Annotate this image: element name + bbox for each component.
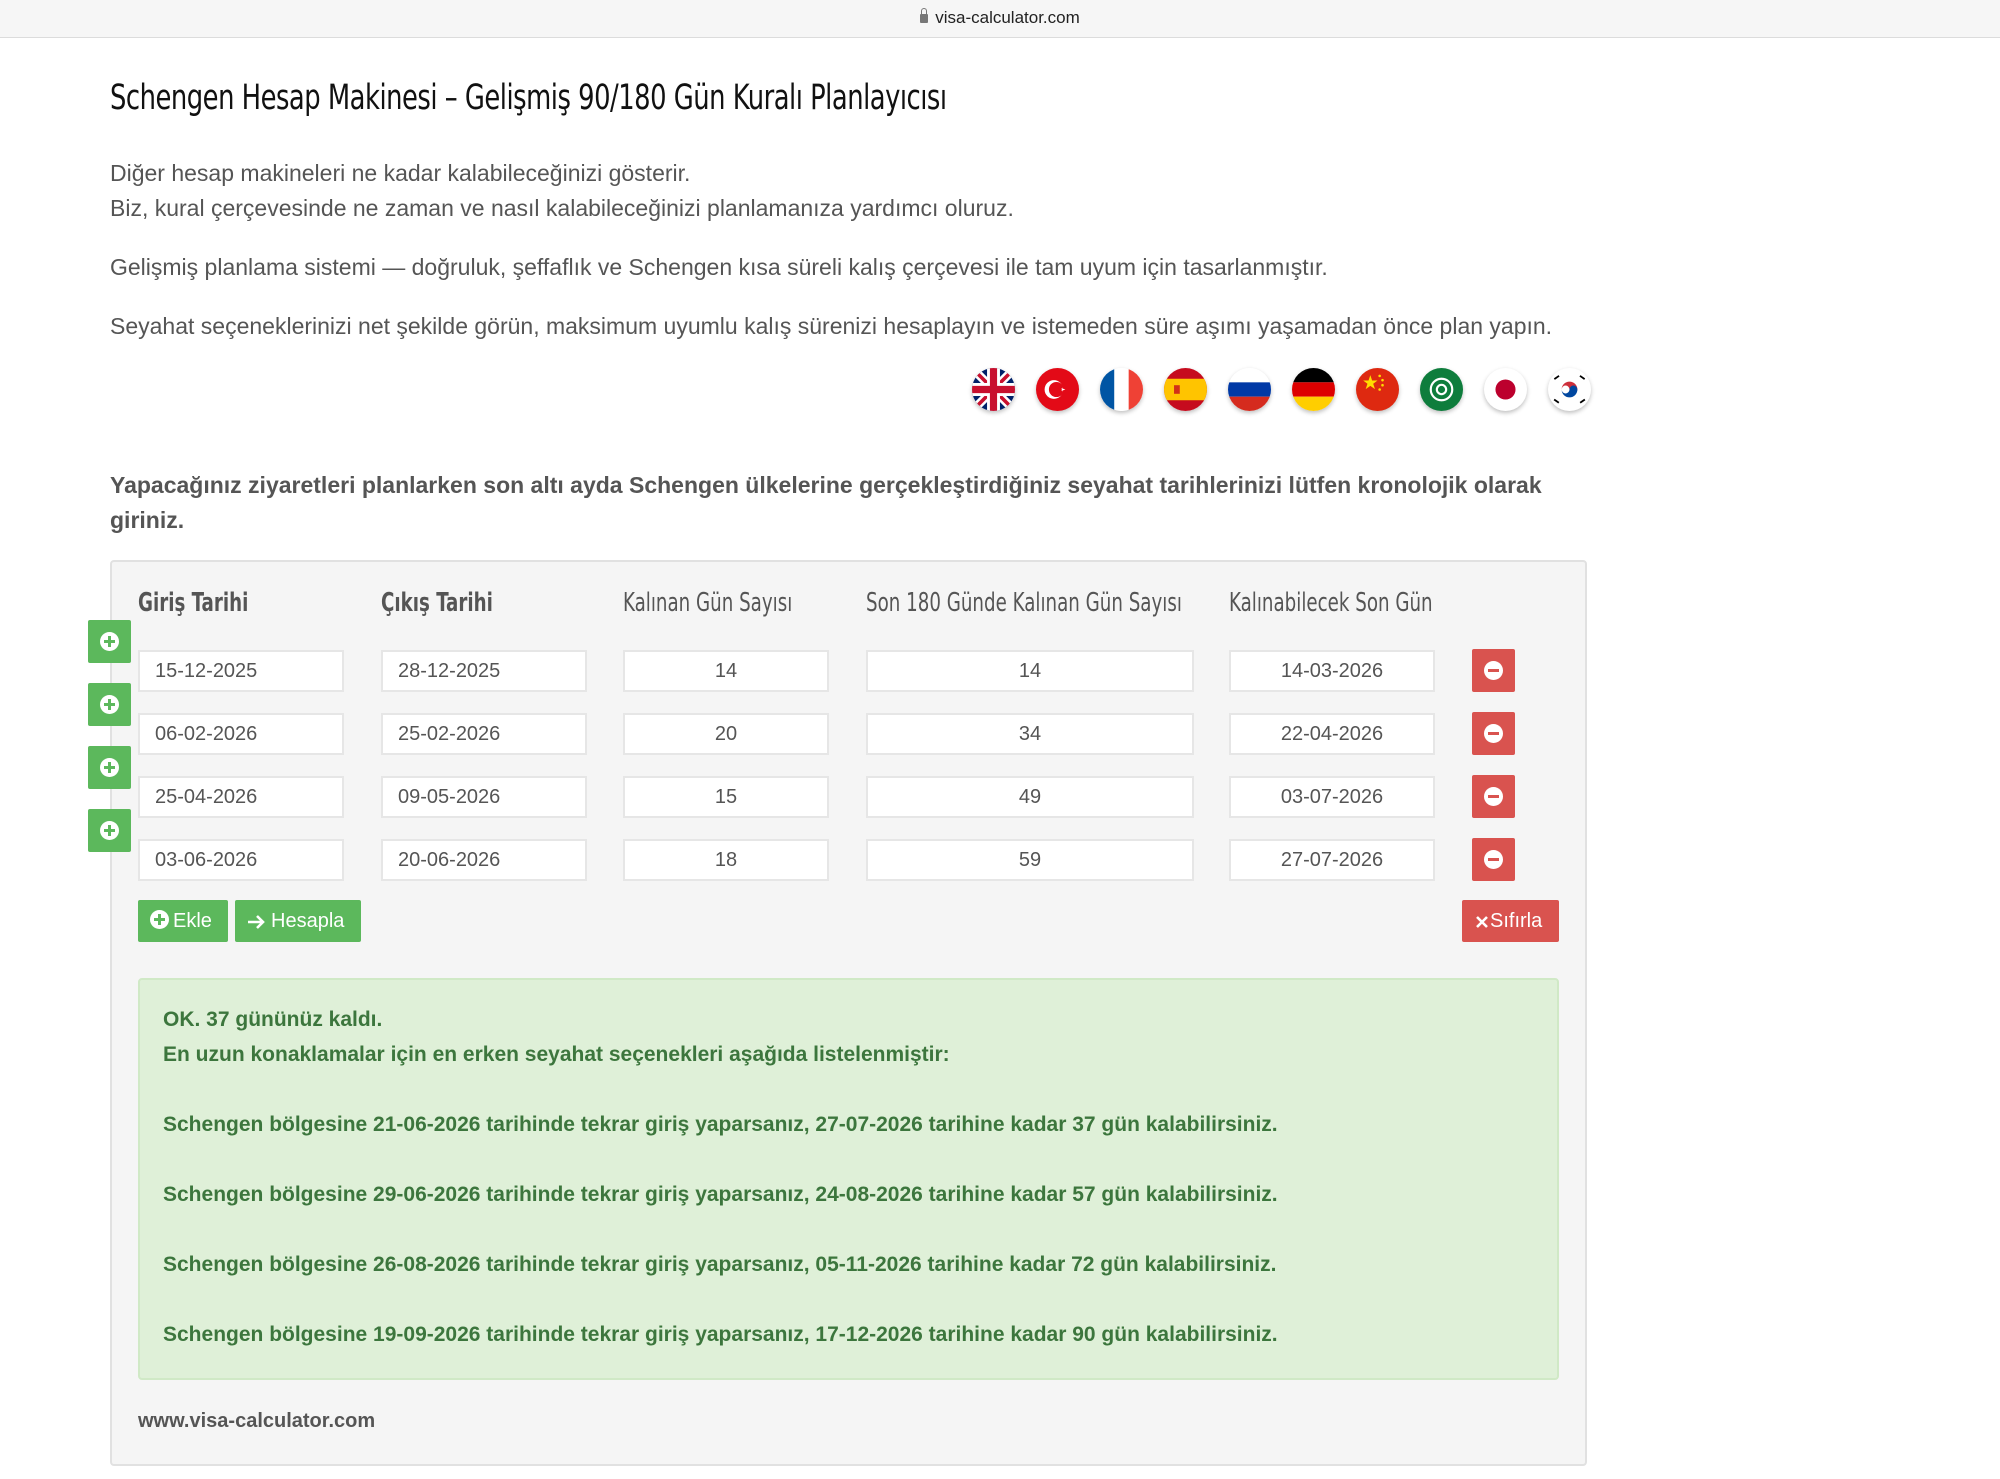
result-alert xyxy=(138,978,1559,1380)
exit-date-input[interactable]: 09-05-2026 xyxy=(381,776,587,818)
china-flag-icon[interactable] xyxy=(1356,368,1399,411)
reset-button[interactable]: Sıfırla xyxy=(1462,900,1559,942)
browser-address-bar[interactable]: visa-calculator.com xyxy=(0,0,2000,38)
reset-button-label: Sıfırla xyxy=(1490,910,1543,932)
last-allowed-day-field: 22-04-2026 xyxy=(1229,713,1435,755)
last-allowed-day-field: 27-07-2026 xyxy=(1229,839,1435,881)
insert-row-button[interactable] xyxy=(88,746,131,789)
footer-site-link[interactable]: www.visa-calculator.com xyxy=(138,1410,375,1433)
page-title: Schengen Hesap Makinesi – Gelişmiş 90/18… xyxy=(110,78,947,118)
minus-circle-icon xyxy=(1484,787,1503,806)
insert-row-button[interactable] xyxy=(88,683,131,726)
days-last-180-field: 49 xyxy=(866,776,1194,818)
days-stayed-field: 20 xyxy=(623,713,829,755)
result-option: Schengen bölgesine 26-08-2026 tarihinde … xyxy=(163,1253,1277,1276)
days-stayed-field: 18 xyxy=(623,839,829,881)
plus-circle-icon xyxy=(100,821,119,840)
header-days-stayed: Kalınan Gün Sayısı xyxy=(623,588,793,618)
days-stayed-field: 14 xyxy=(623,650,829,692)
entry-date-input[interactable]: 03-06-2026 xyxy=(138,839,344,881)
add-row-button[interactable]: Ekle xyxy=(138,900,228,942)
url-text: visa-calculator.com xyxy=(935,8,1080,27)
south-korea-flag-icon[interactable] xyxy=(1548,368,1591,411)
header-entry-date: Giriş Tarihi xyxy=(138,588,249,618)
last-allowed-day-field: 14-03-2026 xyxy=(1229,650,1435,692)
russia-flag-icon[interactable] xyxy=(1228,368,1271,411)
exit-date-input[interactable]: 25-02-2026 xyxy=(381,713,587,755)
arrow-right-icon xyxy=(247,913,267,931)
lock-icon xyxy=(920,8,929,23)
germany-flag-icon[interactable] xyxy=(1292,368,1335,411)
days-last-180-field: 59 xyxy=(866,839,1194,881)
remove-row-button[interactable] xyxy=(1472,712,1515,755)
days-stayed-field: 15 xyxy=(623,776,829,818)
add-button-label: Ekle xyxy=(173,910,212,932)
result-option: Schengen bölgesine 29-06-2026 tarihinde … xyxy=(163,1183,1278,1206)
intro-line-1: Diğer hesap makineleri ne kadar kalabile… xyxy=(110,160,691,186)
plus-circle-icon xyxy=(150,910,169,930)
insert-row-button[interactable] xyxy=(88,809,131,852)
plus-circle-icon xyxy=(100,632,119,651)
close-icon xyxy=(1475,915,1489,929)
exit-date-input[interactable]: 28-12-2025 xyxy=(381,650,587,692)
japan-flag-icon[interactable] xyxy=(1484,368,1527,411)
header-days-last-180: Son 180 Günde Kalınan Gün Sayısı xyxy=(866,588,1182,618)
calculate-button[interactable]: Hesapla xyxy=(235,900,361,942)
insert-row-button[interactable] xyxy=(88,620,131,663)
last-allowed-day-field: 03-07-2026 xyxy=(1229,776,1435,818)
intro-line-4: Seyahat seçeneklerinizi net şekilde görü… xyxy=(110,313,1553,339)
spain-flag-icon[interactable] xyxy=(1164,368,1207,411)
minus-circle-icon xyxy=(1484,850,1503,869)
entry-date-input[interactable]: 25-04-2026 xyxy=(138,776,344,818)
plus-circle-icon xyxy=(100,758,119,777)
arab-league-flag-icon[interactable] xyxy=(1420,368,1463,411)
entry-date-input[interactable]: 06-02-2026 xyxy=(138,713,344,755)
instructions-text: Yapacağınız ziyaretleri planlarken son a… xyxy=(110,472,1542,533)
minus-circle-icon xyxy=(1484,724,1503,743)
intro-line-2: Biz, kural çerçevesinde ne zaman ve nası… xyxy=(110,195,1014,221)
header-last-allowed-day: Kalınabilecek Son Gün xyxy=(1229,588,1433,618)
calculate-button-label: Hesapla xyxy=(271,910,345,932)
remove-row-button[interactable] xyxy=(1472,838,1515,881)
intro-line-3: Gelişmiş planlama sistemi — doğruluk, şe… xyxy=(110,254,1328,280)
minus-circle-icon xyxy=(1484,661,1503,680)
uk-flag-icon[interactable] xyxy=(972,368,1015,411)
url-display[interactable]: visa-calculator.com xyxy=(0,8,2000,28)
result-status: OK. 37 gününüz kaldı. xyxy=(163,1008,383,1031)
result-subtitle: En uzun konaklamalar için en erken seyah… xyxy=(163,1043,950,1066)
plus-circle-icon xyxy=(100,695,119,714)
result-option: Schengen bölgesine 21-06-2026 tarihinde … xyxy=(163,1113,1278,1136)
entry-date-input[interactable]: 15-12-2025 xyxy=(138,650,344,692)
france-flag-icon[interactable] xyxy=(1100,368,1143,411)
header-exit-date: Çıkış Tarihi xyxy=(381,588,493,618)
remove-row-button[interactable] xyxy=(1472,649,1515,692)
result-option: Schengen bölgesine 19-09-2026 tarihinde … xyxy=(163,1323,1278,1346)
days-last-180-field: 34 xyxy=(866,713,1194,755)
days-last-180-field: 14 xyxy=(866,650,1194,692)
remove-row-button[interactable] xyxy=(1472,775,1515,818)
exit-date-input[interactable]: 20-06-2026 xyxy=(381,839,587,881)
turkey-flag-icon[interactable] xyxy=(1036,368,1079,411)
